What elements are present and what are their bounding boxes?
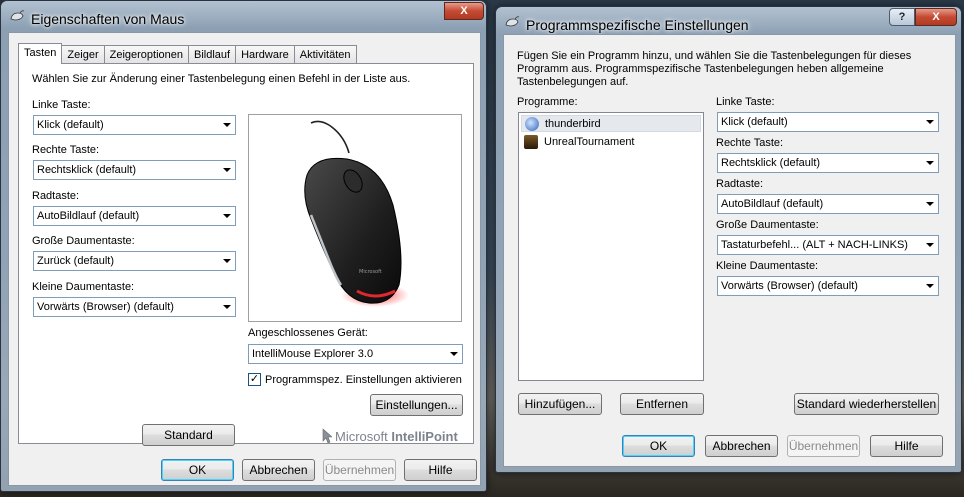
- title-bar[interactable]: Programmspezifische Einstellungen ? X: [496, 7, 961, 37]
- cancel-button[interactable]: Abbrechen: [705, 435, 778, 457]
- wheel-button-label: Radtaste:: [716, 178, 764, 190]
- tab-hardware[interactable]: Hardware: [235, 45, 295, 64]
- left-button-label: Linke Taste:: [32, 99, 91, 111]
- tab-zeiger[interactable]: Zeiger: [61, 45, 105, 64]
- close-icon[interactable]: X: [444, 2, 484, 20]
- close-icon[interactable]: X: [915, 8, 957, 26]
- cancel-button[interactable]: Abbrechen: [242, 459, 315, 481]
- restore-defaults-button[interactable]: Standard wiederherstellen: [794, 393, 939, 415]
- small-thumb-button-value: Vorwärts (Browser) (default): [721, 280, 858, 292]
- window-title: Eigenschaften von Maus: [31, 11, 185, 27]
- right-button-label: Rechte Taste:: [32, 144, 100, 156]
- large-thumb-button-label: Große Daumentaste:: [716, 219, 819, 231]
- chevron-down-icon: [926, 202, 934, 206]
- program-settings-checkbox[interactable]: ✓: [248, 373, 261, 386]
- brand-prefix: Microsoft: [335, 429, 388, 444]
- instruction-text: Wählen Sie zur Änderung einer Tastenbele…: [32, 73, 411, 85]
- small-thumb-button-select[interactable]: Vorwärts (Browser) (default): [717, 276, 939, 296]
- unreal-tournament-icon: [524, 134, 538, 149]
- chevron-down-icon: [926, 243, 934, 247]
- left-button-label: Linke Taste:: [716, 96, 775, 108]
- standard-button[interactable]: Standard: [142, 424, 235, 446]
- right-button-value: Rechtsklick (default): [37, 164, 137, 176]
- chevron-down-icon: [223, 305, 231, 309]
- mouse-image-frame: Microsoft: [248, 114, 462, 322]
- large-thumb-button-value: Zurück (default): [37, 255, 115, 267]
- program-settings-window: Programmspezifische Einstellungen ? X Fü…: [495, 6, 962, 473]
- right-button-select[interactable]: Rechtsklick (default): [717, 153, 939, 173]
- brand-logo: Microsoft IntelliPoint: [335, 429, 458, 444]
- list-item-label: UnrealTournament: [544, 135, 635, 148]
- add-program-button[interactable]: Hinzufügen...: [518, 393, 602, 415]
- right-button-value: Rechtsklick (default): [721, 157, 821, 169]
- list-item[interactable]: UnrealTournament: [521, 133, 701, 150]
- programs-list[interactable]: thunderbird UnrealTournament: [518, 112, 704, 381]
- right-button-label: Rechte Taste:: [716, 137, 784, 149]
- tab-strip: Tasten Zeiger Zeigeroptionen Bildlauf Ha…: [18, 43, 357, 64]
- wheel-button-label: Radtaste:: [32, 190, 80, 202]
- settings-button[interactable]: Einstellungen...: [370, 394, 463, 416]
- mouse-image: Microsoft: [304, 120, 409, 307]
- wheel-button-value: AutoBildlauf (default): [721, 198, 824, 210]
- svg-text:Microsoft: Microsoft: [359, 269, 382, 275]
- small-thumb-button-select[interactable]: Vorwärts (Browser) (default): [33, 297, 236, 317]
- chevron-down-icon: [926, 284, 934, 288]
- apply-button[interactable]: Übernehmen: [323, 459, 396, 481]
- title-bar[interactable]: Eigenschaften von Maus X: [1, 1, 486, 31]
- large-thumb-button-value: Tastaturbefehl... (ALT + NACH-LINKS): [721, 239, 908, 251]
- cursor-logo-icon: [322, 428, 332, 444]
- client-area: Tasten Zeiger Zeigeroptionen Bildlauf Ha…: [8, 32, 481, 486]
- small-thumb-button-label: Kleine Daumentaste:: [32, 281, 135, 293]
- small-thumb-button-label: Kleine Daumentaste:: [716, 260, 819, 272]
- device-value: IntelliMouse Explorer 3.0: [252, 348, 374, 360]
- tab-tasten[interactable]: Tasten: [18, 43, 63, 64]
- large-thumb-button-label: Große Daumentaste:: [32, 235, 135, 247]
- mouse-icon: [10, 10, 25, 21]
- small-thumb-button-value: Vorwärts (Browser) (default): [37, 301, 174, 313]
- tab-aktivitaeten[interactable]: Aktivitäten: [293, 45, 357, 64]
- help-button[interactable]: Hilfe: [870, 435, 943, 457]
- left-button-select[interactable]: Klick (default): [717, 112, 939, 132]
- ok-button[interactable]: OK: [622, 435, 695, 457]
- tab-bildlauf[interactable]: Bildlauf: [188, 45, 237, 64]
- mouse-icon: [505, 16, 520, 27]
- client-area: Fügen Sie ein Programm hinzu, und wählen…: [503, 34, 956, 467]
- apply-button[interactable]: Übernehmen: [787, 435, 860, 457]
- chevron-down-icon: [450, 352, 458, 356]
- chevron-down-icon: [223, 259, 231, 263]
- wheel-button-select[interactable]: AutoBildlauf (default): [717, 194, 939, 214]
- right-button-select[interactable]: Rechtsklick (default): [33, 160, 236, 180]
- program-settings-label: Programmspez. Einstellungen aktivieren: [265, 374, 462, 386]
- help-button[interactable]: Hilfe: [404, 459, 477, 481]
- chevron-down-icon: [223, 214, 231, 218]
- chevron-down-icon: [926, 120, 934, 124]
- window-title: Programmspezifische Einstellungen: [526, 17, 749, 33]
- large-thumb-button-select[interactable]: Tastaturbefehl... (ALT + NACH-LINKS): [717, 235, 939, 255]
- device-select[interactable]: IntelliMouse Explorer 3.0: [248, 344, 463, 364]
- remove-program-button[interactable]: Entfernen: [620, 393, 704, 415]
- wheel-button-value: AutoBildlauf (default): [37, 210, 140, 222]
- left-button-value: Klick (default): [721, 116, 788, 128]
- device-label: Angeschlossenes Gerät:: [248, 327, 368, 339]
- brand-name: IntelliPoint: [391, 429, 458, 444]
- chevron-down-icon: [223, 123, 231, 127]
- description-text: Fügen Sie ein Programm hinzu, und wählen…: [517, 50, 912, 88]
- left-button-select[interactable]: Klick (default): [33, 115, 236, 135]
- ok-button[interactable]: OK: [161, 459, 234, 481]
- chevron-down-icon: [926, 161, 934, 165]
- tab-zeigeroptionen[interactable]: Zeigeroptionen: [103, 45, 189, 64]
- large-thumb-button-select[interactable]: Zurück (default): [33, 251, 236, 271]
- programs-label: Programme:: [517, 96, 578, 108]
- left-button-value: Klick (default): [37, 119, 104, 131]
- list-item-label: thunderbird: [545, 117, 601, 130]
- help-icon[interactable]: ?: [889, 8, 915, 26]
- tab-panel-tasten: Wählen Sie zur Änderung einer Tastenbele…: [18, 63, 474, 446]
- list-item[interactable]: thunderbird: [521, 115, 701, 132]
- mouse-properties-window: Eigenschaften von Maus X Tasten Zeiger Z…: [0, 0, 487, 492]
- wheel-button-select[interactable]: AutoBildlauf (default): [33, 206, 236, 226]
- chevron-down-icon: [223, 168, 231, 172]
- thunderbird-icon: [525, 116, 539, 131]
